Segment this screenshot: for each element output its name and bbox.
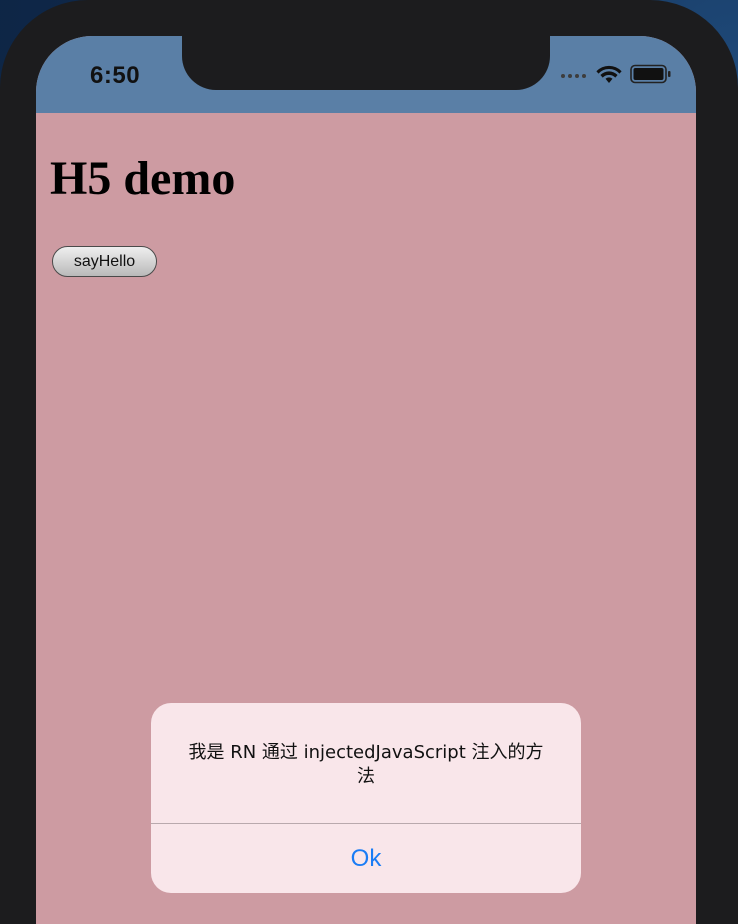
device-notch	[182, 36, 550, 90]
battery-icon	[630, 64, 672, 88]
alert-dialog: 我是 RN 通过 injectedJavaScript 注入的方法 Ok	[151, 703, 581, 893]
device-screen: 6:50 H5 demo sayHello 我是 RN 通过 injectedJ…	[36, 36, 696, 924]
status-icons	[561, 62, 672, 90]
wifi-icon	[596, 64, 622, 88]
webview-page: H5 demo sayHello 我是 RN 通过 injectedJavaSc…	[36, 113, 696, 924]
alert-ok-button[interactable]: Ok	[151, 824, 581, 893]
cellular-signal-icon	[561, 74, 586, 78]
device-frame: 6:50 H5 demo sayHello 我是 RN 通过 injectedJ…	[0, 0, 738, 924]
page-title: H5 demo	[50, 152, 236, 205]
say-hello-button[interactable]: sayHello	[52, 246, 157, 277]
status-time: 6:50	[90, 62, 141, 89]
alert-message: 我是 RN 通过 injectedJavaScript 注入的方法	[188, 742, 544, 787]
